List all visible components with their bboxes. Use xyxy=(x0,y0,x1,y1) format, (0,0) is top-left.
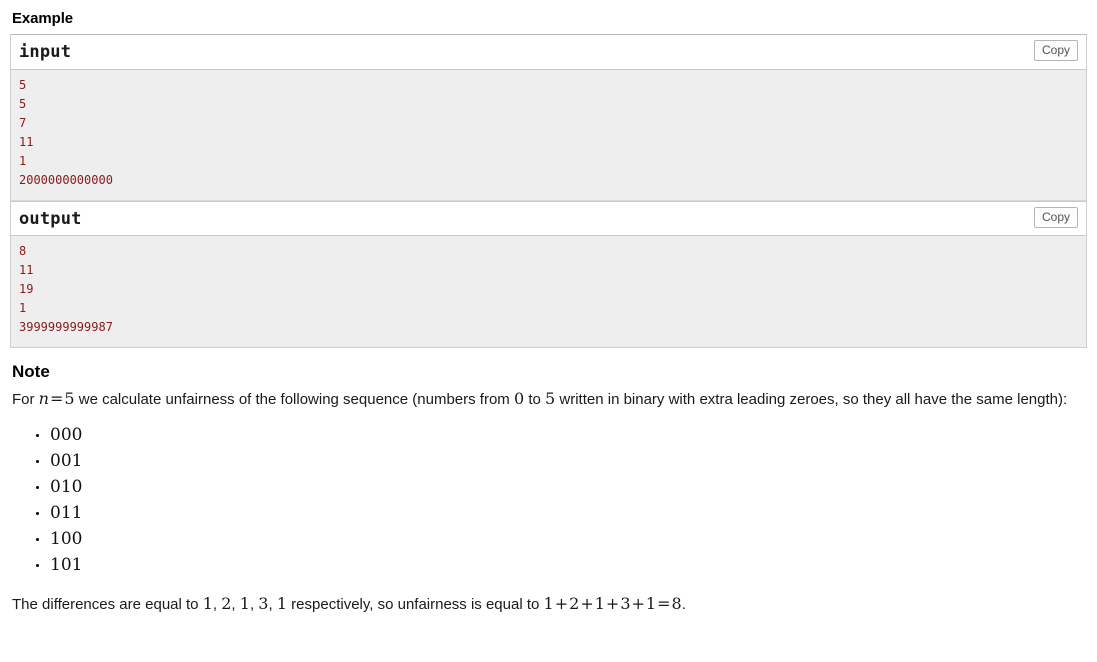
math-equals-sign: = xyxy=(49,389,64,408)
comma-1: , xyxy=(212,596,222,613)
output-test-block: output Copy 8 11 19 1 3999999999987 xyxy=(11,201,1086,347)
input-header: input Copy xyxy=(11,35,1086,70)
eq-term-4: 3 xyxy=(620,594,631,613)
list-item: 011 xyxy=(10,500,1087,526)
output-title: output xyxy=(19,209,82,229)
binary-sequence-list: 000 001 010 011 100 101 xyxy=(10,422,1087,578)
list-item: 101 xyxy=(10,552,1087,578)
note-paragraph: For n=5 we calculate unfairness of the f… xyxy=(12,386,1087,412)
unfairness-explanation: The differences are equal to 1, 2, 1, 3,… xyxy=(12,592,1087,617)
input-test-block: input Copy 5 5 7 11 1 2000000000000 xyxy=(11,35,1086,201)
example-heading: Example xyxy=(12,10,73,27)
list-item: 001 xyxy=(10,448,1087,474)
math-value-5: 5 xyxy=(64,389,75,408)
final-text-a: The differences are equal to xyxy=(12,596,203,613)
math-variable-n: n xyxy=(38,389,49,408)
eq-term-5: 1 xyxy=(645,594,657,613)
list-item: 100 xyxy=(10,526,1087,552)
eq-plus-1: + xyxy=(554,594,569,613)
note-text-a: For xyxy=(12,391,39,408)
input-data[interactable]: 5 5 7 11 1 2000000000000 xyxy=(11,70,1086,201)
eq-plus-4: + xyxy=(631,594,645,613)
copy-input-button[interactable]: Copy xyxy=(1033,40,1078,61)
final-text-b: respectively, so unfairness is equal to xyxy=(287,596,544,613)
diff-value-3: 1 xyxy=(239,594,250,613)
eq-term-1: 1 xyxy=(543,594,554,613)
eq-equals-sign: = xyxy=(657,594,671,613)
comma-4: , xyxy=(268,596,277,613)
output-header: output Copy xyxy=(11,201,1086,236)
note-heading: Note xyxy=(12,362,50,381)
note-text-c: to xyxy=(524,391,546,408)
diff-value-4: 3 xyxy=(258,594,269,613)
math-value-5b: 5 xyxy=(545,389,556,408)
diff-value-2: 2 xyxy=(221,594,232,613)
eq-term-3: 1 xyxy=(594,594,605,613)
list-item: 000 xyxy=(10,422,1087,448)
note-text-b: we calculate unfairness of the following… xyxy=(74,391,514,408)
input-title: input xyxy=(19,42,72,62)
eq-plus-2: + xyxy=(580,594,594,613)
copy-output-button[interactable]: Copy xyxy=(1033,207,1078,228)
eq-plus-3: + xyxy=(605,594,620,613)
math-value-0: 0 xyxy=(513,389,525,408)
final-period: . xyxy=(681,596,686,613)
output-data[interactable]: 8 11 19 1 3999999999987 xyxy=(11,236,1086,347)
diff-value-1: 1 xyxy=(202,594,213,613)
note-text-d: written in binary with extra leading zer… xyxy=(555,391,1068,408)
eq-result: 8 xyxy=(671,594,682,613)
eq-term-2: 2 xyxy=(569,594,580,613)
problem-statement-page: Example input Copy 5 5 7 11 1 2000000000… xyxy=(0,0,1097,617)
diff-value-5: 1 xyxy=(276,594,287,613)
sample-tests-container: input Copy 5 5 7 11 1 2000000000000 outp… xyxy=(10,34,1087,348)
comma-2: , xyxy=(231,596,240,613)
list-item: 010 xyxy=(10,474,1087,500)
